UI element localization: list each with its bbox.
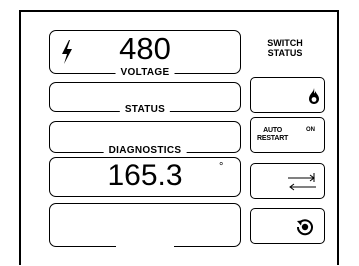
switch-status-title-line1: SWITCH: [267, 38, 303, 48]
auto-restart-label: AUTO RESTART: [257, 127, 288, 143]
switch-status-title-line2: STATUS: [267, 48, 303, 58]
bottom-field: [49, 203, 241, 247]
voltage-value: 480: [119, 31, 171, 66]
voltage-label: VOLTAGE: [115, 68, 175, 78]
reading-unit: °: [219, 161, 224, 173]
refresh-icon: [296, 219, 313, 236]
bottom-field-gap: [116, 245, 174, 249]
reading-field: 165.3 °: [49, 157, 241, 197]
status-field: STATUS: [49, 82, 241, 115]
auto-restart-state: ON: [306, 127, 315, 133]
auto-restart-line1: AUTO: [263, 127, 283, 134]
auto-restart-line2: RESTART: [257, 135, 289, 142]
switch-status-title: SWITCH STATUS: [246, 38, 324, 58]
diagnostics-field: DIAGNOSTICS: [49, 121, 241, 156]
transfer-button[interactable]: [250, 163, 325, 199]
refresh-button[interactable]: [250, 208, 325, 244]
voltage-field: 480 VOLTAGE: [49, 30, 241, 78]
flame-icon: [309, 88, 319, 104]
status-label: STATUS: [119, 105, 171, 115]
reading-value: 165.3: [107, 159, 183, 192]
transfer-arrows-icon: [288, 173, 316, 191]
flame-button[interactable]: [250, 77, 325, 113]
auto-restart-button[interactable]: AUTO RESTART ON: [250, 117, 325, 153]
diagnostics-label: DIAGNOSTICS: [103, 146, 187, 156]
